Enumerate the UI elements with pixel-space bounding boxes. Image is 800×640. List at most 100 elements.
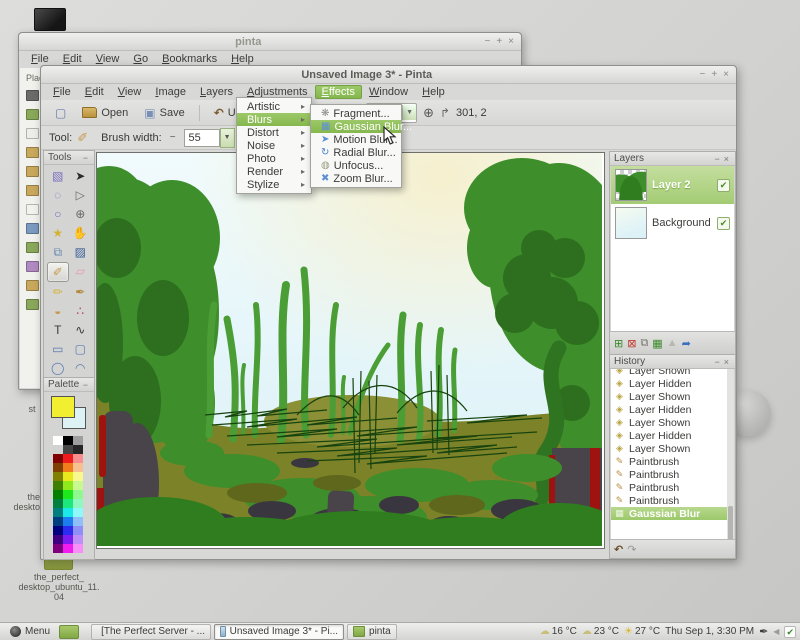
palette-swatch[interactable] (53, 454, 63, 463)
move-layer-up-button[interactable]: ▲ (667, 337, 678, 349)
effects-menu-item-distort[interactable]: Distort▸ (237, 126, 311, 139)
chevron-down-icon[interactable]: ▼ (220, 128, 235, 148)
add-layer-button[interactable]: ⊞ (614, 337, 623, 350)
history-scrollbar[interactable] (727, 369, 734, 540)
layer-row[interactable]: Layer 2✔ (611, 166, 734, 204)
menu-item-go[interactable]: Go (126, 52, 155, 66)
palette-swatch[interactable] (63, 481, 73, 490)
menu-item-help[interactable]: Help (224, 52, 261, 66)
history-redo-button[interactable]: ↷ (627, 543, 636, 556)
palette-swatch[interactable] (63, 454, 73, 463)
merge-layer-down-button[interactable]: ▦ (652, 337, 662, 350)
collapse-button[interactable]: − (712, 357, 721, 367)
rounded-rectangle-tool-tool-button[interactable]: ▢ (70, 340, 92, 358)
palette-swatch[interactable] (53, 481, 63, 490)
palette-swatch[interactable] (73, 454, 83, 463)
history-entry[interactable]: ◈Layer Shown (611, 416, 727, 429)
eraser-tool-button[interactable]: ▱ (70, 262, 92, 280)
close-icon[interactable]: × (722, 357, 731, 367)
pencil-tool-button[interactable]: ✏ (47, 283, 69, 301)
blurs-submenu-item-zoom-blur[interactable]: ✖Zoom Blur... (311, 172, 401, 185)
pinta-tray-icon[interactable]: ✒ (759, 625, 768, 638)
palette-swatch[interactable] (63, 544, 73, 553)
effects-menu-item-artistic[interactable]: Artistic▸ (237, 100, 311, 113)
history-entry[interactable]: ✎Paintbrush (611, 455, 727, 468)
palette-swatch[interactable] (63, 436, 73, 445)
lasso-select-tool-button[interactable]: ◌ (47, 186, 69, 204)
history-entry[interactable]: ◈Layer Shown (611, 442, 727, 455)
effects-menu-item-blurs[interactable]: Blurs▸ (237, 113, 311, 126)
gradient-tool-tool-button[interactable]: ▨ (70, 243, 92, 261)
palette-swatch[interactable] (63, 463, 73, 472)
pan-tool-tool-button[interactable]: ✋ (70, 224, 92, 242)
minimize-button[interactable]: − (484, 36, 490, 47)
palette-swatch[interactable] (73, 490, 83, 499)
close-button[interactable]: × (723, 69, 729, 80)
rectangle-select-tool-button[interactable]: ▧ (47, 167, 69, 185)
palette-swatch[interactable] (53, 490, 63, 499)
palette-swatch[interactable] (73, 499, 83, 508)
palette-swatch[interactable] (53, 436, 63, 445)
menu-item-layers[interactable]: Layers (193, 85, 240, 99)
file-manager-titlebar[interactable]: pinta − + × (19, 33, 521, 51)
menu-item-view[interactable]: View (89, 52, 127, 66)
menu-item-window[interactable]: Window (362, 85, 415, 99)
desktop-icon-screenshot[interactable] (34, 8, 66, 31)
pinta-titlebar[interactable]: Unsaved Image 3* - Pinta − + × (41, 66, 736, 84)
color-picker-tool-button[interactable]: ✒ (70, 283, 92, 301)
menu-item-file[interactable]: File (46, 85, 78, 99)
menu-item-edit[interactable]: Edit (78, 85, 111, 99)
effects-menu-item-stylize[interactable]: Stylize▸ (237, 178, 311, 191)
palette-swatch[interactable] (73, 517, 83, 526)
palette-swatch[interactable] (53, 535, 63, 544)
layer-visible-checkbox[interactable]: ✔ (717, 179, 730, 192)
history-entry[interactable]: ✎Paintbrush (611, 494, 727, 507)
open-button[interactable]: Open (76, 105, 134, 121)
palette-swatch[interactable] (63, 499, 73, 508)
history-entry[interactable]: ✎Paintbrush (611, 481, 727, 494)
canvas-image[interactable] (97, 153, 602, 546)
palette-swatch[interactable] (63, 472, 73, 481)
desktop-label-the-desktop[interactable]: the deskto (10, 492, 40, 512)
palette-swatch[interactable] (63, 490, 73, 499)
canvas-viewport[interactable] (96, 152, 605, 549)
duplicate-layer-button[interactable]: ⧉ (640, 337, 648, 350)
history-entry[interactable]: ◈Layer Hidden (611, 377, 727, 390)
new-image-button[interactable]: ▢ (49, 105, 72, 121)
ellipse-select-tool-button[interactable]: ○ (47, 205, 69, 223)
palette-swatch[interactable] (53, 544, 63, 553)
blurs-submenu-item-fragment[interactable]: ❋Fragment... (311, 107, 401, 120)
palette-swatch[interactable] (73, 544, 83, 553)
palette-swatch[interactable] (73, 445, 83, 454)
palette-swatch[interactable] (73, 526, 83, 535)
weather-applet[interactable]: ☁16 °C (540, 626, 577, 637)
history-entry[interactable]: ◈Layer Hidden (611, 403, 727, 416)
volume-icon[interactable]: ◀ (773, 627, 779, 636)
palette-swatch[interactable] (63, 535, 73, 544)
menu-item-image[interactable]: Image (148, 85, 193, 99)
maximize-button[interactable]: + (711, 69, 717, 80)
task-button[interactable]: pinta (347, 624, 397, 640)
show-desktop-button[interactable] (59, 625, 79, 639)
palette-swatch[interactable] (63, 517, 73, 526)
palette-swatch[interactable] (73, 436, 83, 445)
effects-menu-item-photo[interactable]: Photo▸ (237, 152, 311, 165)
palette-swatch[interactable] (63, 508, 73, 517)
palette-swatch[interactable] (63, 445, 73, 454)
palette-swatch[interactable] (53, 526, 63, 535)
zoom-in-icon[interactable]: ⊕ (423, 105, 434, 121)
collapse-button[interactable]: − (81, 153, 90, 163)
clone-stamp-tool-button[interactable]: ⧉ (47, 243, 69, 261)
palette-swatch[interactable] (53, 445, 63, 454)
text-tool-tool-button[interactable]: T (47, 321, 69, 339)
recolor-tool-tool-button[interactable]: ∴ (70, 302, 92, 320)
desktop-label-perfect-desktop[interactable]: the_perfect_ desktop_ubuntu_11. 04 (14, 572, 104, 602)
brush-width-stepper[interactable]: 55 ▼ (184, 129, 235, 147)
rectangle-tool-tool-button[interactable]: ▭ (47, 340, 69, 358)
line-curve-tool-tool-button[interactable]: ∿ (70, 321, 92, 339)
zoom-tool-tool-button[interactable]: ⊕ (70, 205, 92, 223)
close-button[interactable]: × (508, 36, 514, 47)
palette-swatch[interactable] (73, 535, 83, 544)
palette-swatch[interactable] (73, 463, 83, 472)
menu-item-file[interactable]: File (24, 52, 56, 66)
